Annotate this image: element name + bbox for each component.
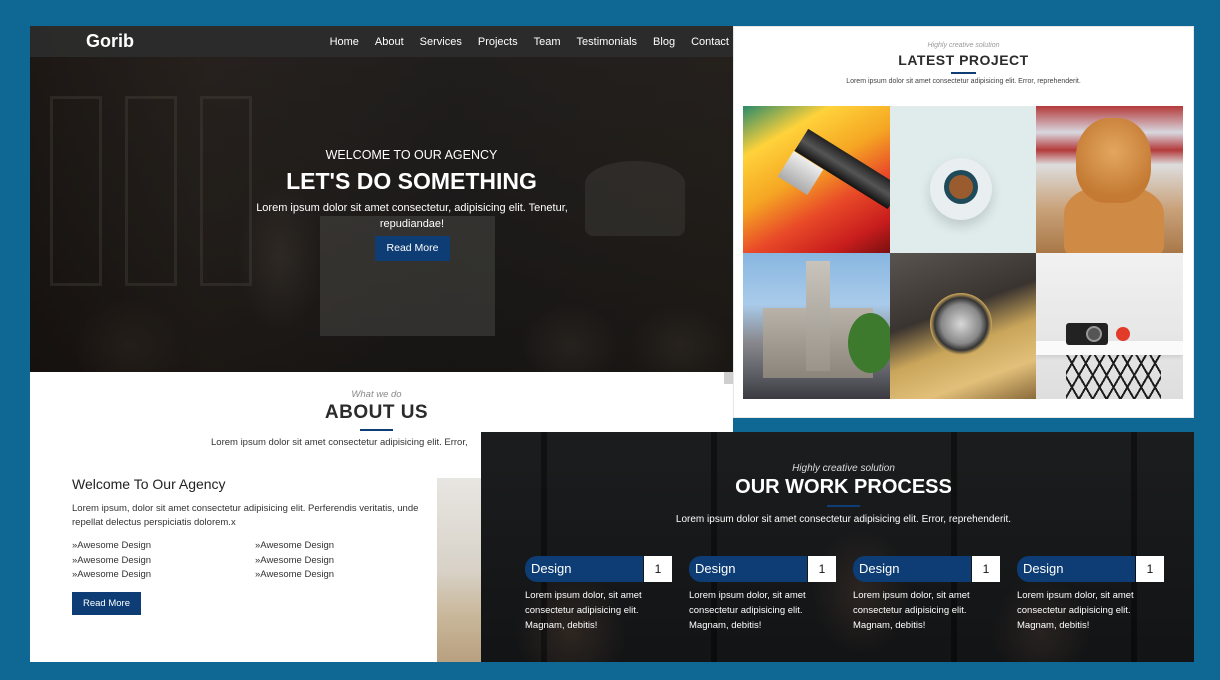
feature-item: »Awesome Design [72, 540, 152, 551]
process-card-text: Lorem ipsum dolor, sit amet consectetur … [1017, 590, 1134, 631]
navbar: Gorib Home About Services Projects Team … [30, 26, 733, 57]
project-title-underline [951, 72, 976, 74]
clock-tower [806, 261, 830, 371]
camera-on-chair-image[interactable] [1036, 253, 1183, 399]
process-card: Design 1 Lorem ipsum dolor, sit amet con… [525, 556, 672, 633]
process-card: Design 1 Lorem ipsum dolor, sit amet con… [689, 556, 836, 633]
work-process-panel: Highly creative solution OUR WORK PROCES… [481, 432, 1194, 662]
nav-link-contact[interactable]: Contact [691, 36, 729, 48]
feature-item: »Awesome Design [255, 554, 335, 566]
process-card-text: Lorem ipsum dolor, sit amet consectetur … [689, 590, 806, 631]
feature-item: »Awesome Design [72, 554, 152, 566]
dog-head [1076, 118, 1151, 203]
about-text: Lorem ipsum, dolor sit amet consectetur … [72, 503, 419, 528]
process-card-number: 1 [644, 556, 672, 582]
golden-retriever-image[interactable] [1036, 106, 1183, 253]
about-subtitle: What we do [351, 389, 402, 400]
feature-item: »Awesome Design [72, 569, 152, 580]
hero-read-more-button[interactable]: Read More [375, 236, 450, 261]
process-card-label: Design [689, 556, 807, 582]
work-subtitle: Highly creative solution [792, 463, 895, 474]
chair-legs [1066, 355, 1161, 399]
about-image [437, 478, 487, 662]
coffee-cup-image[interactable] [890, 106, 1036, 253]
process-card-label: Design [525, 556, 643, 582]
tree [848, 313, 890, 373]
nav-link-about[interactable]: About [375, 36, 404, 48]
hero-subtitle: WELCOME TO OUR AGENCY [325, 148, 498, 162]
nav-link-projects[interactable]: Projects [478, 36, 518, 48]
vintage-car-headlight-image[interactable] [890, 253, 1036, 399]
work-title: OUR WORK PROCESS [735, 476, 952, 498]
scrollbar[interactable] [724, 372, 733, 384]
site-logo[interactable]: Gorib [86, 31, 134, 52]
nav-link-team[interactable]: Team [534, 36, 561, 48]
process-card-header: Design 1 [1017, 556, 1164, 582]
process-card-text: Lorem ipsum dolor, sit amet consectetur … [853, 590, 970, 631]
headlight [930, 293, 992, 355]
camera-lens [1086, 326, 1102, 342]
hero-title: LET'S DO SOMETHING [286, 168, 537, 194]
process-card-text: Lorem ipsum dolor, sit amet consectetur … [525, 590, 642, 631]
about-description: Lorem ipsum dolor sit amet consectetur a… [211, 437, 468, 448]
feature-item: »Awesome Design [255, 569, 335, 580]
chair-seat [1036, 341, 1183, 355]
process-card-label: Design [853, 556, 971, 582]
nav-link-home[interactable]: Home [330, 36, 359, 48]
process-card: Design 1 Lorem ipsum dolor, sit amet con… [1017, 556, 1164, 633]
latest-project-panel: Highly creative solution LATEST PROJECT … [733, 26, 1194, 418]
process-card-number: 1 [808, 556, 836, 582]
process-card-header: Design 1 [689, 556, 836, 582]
project-title: LATEST PROJECT [898, 52, 1029, 68]
hero-section: Gorib Home About Services Projects Team … [30, 26, 733, 372]
project-gallery [743, 106, 1183, 399]
work-description: Lorem ipsum dolor sit amet consectetur a… [675, 514, 1012, 525]
hero-overlay [30, 26, 733, 372]
about-title: ABOUT US [324, 402, 429, 423]
about-heading: Welcome To Our Agency [72, 476, 226, 492]
process-card-header: Design 1 [853, 556, 1000, 582]
about-read-more-button[interactable]: Read More [72, 592, 141, 615]
project-subtitle: Highly creative solution [927, 42, 1000, 49]
feature-item: »Awesome Design [255, 540, 335, 551]
process-card-number: 1 [972, 556, 1000, 582]
process-card-header: Design 1 [525, 556, 672, 582]
paintbrush-image[interactable] [743, 106, 890, 253]
coffee [949, 175, 973, 199]
city-hall-image[interactable] [743, 253, 890, 399]
process-card-number: 1 [1136, 556, 1164, 582]
about-title-underline [360, 429, 393, 431]
nav-link-testimonials[interactable]: Testimonials [577, 36, 638, 48]
feature-list: »Awesome Design »Awesome Design »Awesome… [72, 540, 442, 582]
process-card: Design 1 Lorem ipsum dolor, sit amet con… [853, 556, 1000, 633]
work-title-underline [827, 505, 860, 507]
nav-link-blog[interactable]: Blog [653, 36, 675, 48]
nav-menu: Home About Services Projects Team Testim… [330, 26, 729, 57]
process-card-label: Design [1017, 556, 1135, 582]
flower [1116, 327, 1130, 341]
hero-text: Lorem ipsum dolor sit amet consectetur, … [256, 202, 568, 230]
nav-link-services[interactable]: Services [420, 36, 462, 48]
project-description: Lorem ipsum dolor sit amet consectetur a… [846, 78, 1081, 85]
